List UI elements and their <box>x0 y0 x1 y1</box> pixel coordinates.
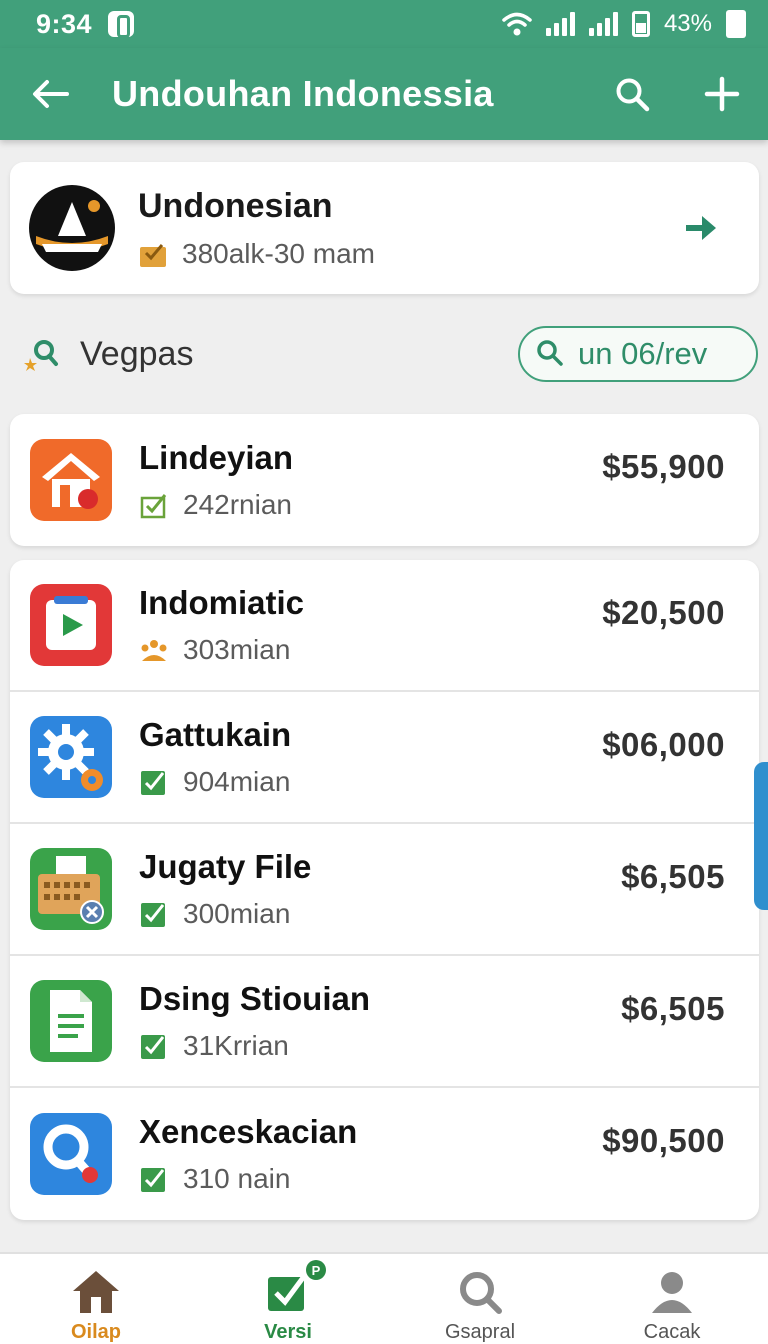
featured-logo-icon <box>29 185 115 271</box>
check-badge-icon <box>139 1031 169 1061</box>
item-meta: 310 nain <box>183 1163 291 1194</box>
signal-icon-2 <box>588 12 618 36</box>
nav-item-profile[interactable]: Cacak <box>576 1254 768 1344</box>
item-name: Jugaty File <box>139 848 312 885</box>
wifi-icon <box>502 12 532 36</box>
featured-card[interactable]: Undonesian 380alk-30 mam <box>10 162 759 294</box>
item-meta: 31Krrian <box>183 1030 289 1061</box>
nav-label: Cacak <box>643 1321 701 1343</box>
status-bar: 9:34 43% <box>0 0 768 48</box>
list-card-main: Indomiatic 303mian $20,500 Gattukain 904… <box>10 560 759 1220</box>
item-name: Dsing Stiouian <box>139 980 370 1017</box>
nav-badge: P <box>306 1260 326 1280</box>
people-badge-icon <box>139 635 169 665</box>
search-icon[interactable] <box>612 74 652 114</box>
house-app-icon <box>30 439 112 521</box>
list-item[interactable]: Indomiatic 303mian $20,500 <box>10 560 759 692</box>
item-name: Indomiatic <box>139 584 305 621</box>
home-icon <box>70 1266 122 1317</box>
nav-label: Gsapral <box>444 1321 516 1343</box>
item-meta: 242rnian <box>183 489 292 520</box>
notification-icon <box>108 11 135 38</box>
item-price: $90,500 <box>602 1122 725 1159</box>
list-card-top: Lindeyian 242rnian $55,900 <box>10 414 759 546</box>
nav-item-search[interactable]: Gsapral <box>384 1254 576 1344</box>
list-item[interactable]: Jugaty File 300mian $6,505 <box>10 824 759 956</box>
item-name: Xenceskacian <box>139 1113 358 1150</box>
featured-meta: 380alk-30 mam <box>182 237 375 269</box>
nav-item-home[interactable]: Oilap <box>0 1254 192 1344</box>
app-bar: Undouhan Indonessia <box>0 48 768 140</box>
search-star-icon <box>24 340 58 371</box>
filter-chip[interactable]: un 06/rev <box>518 326 758 382</box>
item-price: $55,900 <box>602 448 725 485</box>
arrow-right-icon[interactable] <box>681 208 721 248</box>
item-meta: 904mian <box>183 766 291 797</box>
filter-chip-label: un 06/rev <box>578 336 708 371</box>
add-icon[interactable] <box>702 74 742 114</box>
nav-label: Oilap <box>70 1321 121 1343</box>
bottom-nav: Oilap P Versi Gsapral Cacak <box>0 1252 768 1344</box>
nav-label: Versi <box>264 1321 312 1343</box>
item-price: $20,500 <box>602 594 725 631</box>
signal-icon <box>545 12 575 36</box>
scroll-handle[interactable] <box>754 762 768 910</box>
page-title: Undouhan Indonessia <box>112 73 494 114</box>
search-icon <box>536 339 566 369</box>
nav-item-versi[interactable]: P Versi <box>192 1254 384 1344</box>
battery-saver-icon <box>631 11 650 37</box>
video-player-app-icon <box>30 584 112 666</box>
item-meta: 300mian <box>183 898 291 929</box>
list-item[interactable]: Xenceskacian 310 nain $90,500 <box>10 1088 759 1220</box>
item-price: $6,505 <box>621 990 725 1027</box>
check-badge-icon <box>139 767 169 797</box>
item-price: $6,505 <box>621 858 725 895</box>
check-badge-icon <box>139 1164 169 1194</box>
list-item[interactable]: Gattukain 904mian $06,000 <box>10 692 759 824</box>
item-price: $06,000 <box>602 726 725 763</box>
keyboard-file-app-icon <box>30 848 112 930</box>
magnifier-app-icon <box>30 1113 112 1195</box>
item-name: Lindeyian <box>139 439 294 476</box>
back-arrow-icon[interactable] <box>30 74 70 114</box>
check-badge-icon <box>139 490 169 520</box>
document-app-icon <box>30 980 112 1062</box>
search-icon <box>454 1266 506 1317</box>
gear-app-icon <box>30 716 112 798</box>
item-name: Gattukain <box>139 716 292 753</box>
item-meta: 303mian <box>183 634 291 665</box>
section-header: Vegpas un 06/rev <box>24 322 758 386</box>
profile-icon <box>646 1266 698 1317</box>
battery-icon <box>726 10 746 38</box>
download-badge-icon <box>138 239 168 269</box>
checkbox-icon: P <box>262 1260 326 1317</box>
check-badge-icon <box>139 899 169 929</box>
list-item[interactable]: Dsing Stiouian 31Krrian $6,505 <box>10 956 759 1088</box>
section-title: Vegpas <box>80 334 194 373</box>
status-time: 9:34 <box>36 8 93 39</box>
battery-percent: 43% <box>663 10 712 37</box>
featured-title: Undonesian <box>138 186 333 225</box>
list-item[interactable]: Lindeyian 242rnian $55,900 <box>10 414 759 546</box>
